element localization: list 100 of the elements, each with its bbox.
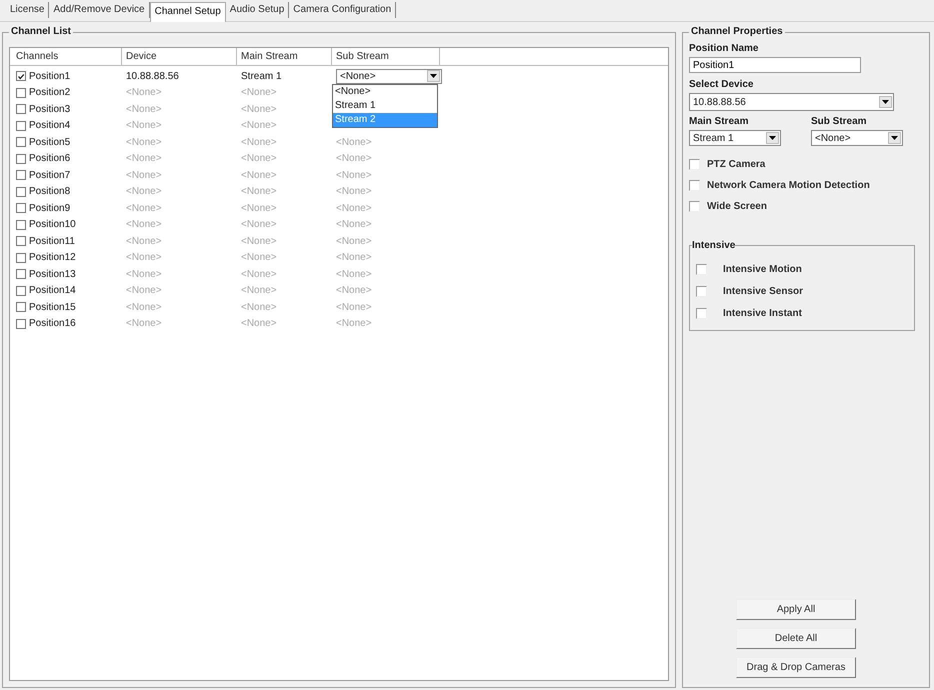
checkbox-label: Intensive Motion <box>723 264 802 274</box>
table-cell-text: <None> <box>125 136 163 148</box>
table-cell: <None> <box>336 318 372 330</box>
button[interactable]: Drag & Drop Cameras <box>736 657 856 678</box>
column-header[interactable]: Sub Stream <box>332 48 440 65</box>
field-label: Position Name <box>689 43 760 54</box>
checkbox[interactable] <box>696 308 707 318</box>
table-cell: <None> <box>336 170 372 181</box>
table-cell: <None> <box>336 136 372 148</box>
column-header[interactable]: Device <box>122 48 237 65</box>
table-cell-text: <None> <box>240 252 278 264</box>
column-header[interactable]: Main Stream <box>237 48 332 65</box>
table-cell: Position14 <box>29 285 76 296</box>
table-cell-text: <None> <box>240 153 278 164</box>
tab[interactable]: Channel Setup <box>150 2 226 22</box>
tab[interactable]: Audio Setup <box>226 2 290 18</box>
table-cell: Position12 <box>29 252 76 264</box>
dropdown[interactable]: 10.88.88.56 <box>689 93 894 111</box>
checkbox-label: Wide Screen <box>707 201 767 212</box>
table-cell: Position16 <box>29 318 76 330</box>
table-cell: <None> <box>336 153 372 164</box>
table-cell-text: <None> <box>125 87 163 98</box>
tab[interactable]: License <box>6 2 50 18</box>
dropdown[interactable]: Stream 1 <box>689 130 781 146</box>
table-cell: Position6 <box>29 153 70 164</box>
table-cell-text: <None> <box>240 104 278 115</box>
table-cell: Position1 <box>29 70 70 82</box>
table-cell-text: <None> <box>240 219 278 230</box>
menu-item[interactable]: Stream 1 <box>333 98 437 113</box>
table-cell-text: <None> <box>125 268 163 280</box>
column-header[interactable]: Channels <box>10 48 122 65</box>
checkbox[interactable] <box>16 120 26 131</box>
caret-icon <box>769 136 776 140</box>
table-cell: <None> <box>336 236 372 247</box>
table-cell: <None> <box>336 186 372 198</box>
checkbox[interactable] <box>16 88 26 98</box>
input-field[interactable]: Position1 <box>689 57 861 73</box>
dropdown[interactable]: <None> <box>336 68 442 84</box>
table-cell-text: <None> <box>240 170 278 181</box>
table-cell-text: Stream 1 <box>240 70 283 82</box>
checkbox[interactable] <box>16 236 26 246</box>
button[interactable]: Delete All <box>736 628 856 649</box>
table-cell-text: <None> <box>125 252 163 264</box>
checkbox[interactable] <box>16 252 26 263</box>
table-cell: Position15 <box>29 302 76 313</box>
checkbox[interactable] <box>689 180 700 191</box>
table-cell: Position2 <box>29 87 70 98</box>
checkbox[interactable] <box>16 286 26 296</box>
table-cell: Position9 <box>29 202 70 214</box>
table-cell: <None> <box>336 219 372 230</box>
button[interactable]: Apply All <box>736 599 856 620</box>
table-cell-text: 10.88.88.56 <box>125 70 180 82</box>
table-cell-text: <None> <box>125 236 163 247</box>
group-title: Channel Properties <box>689 26 785 38</box>
checkbox[interactable] <box>689 201 700 212</box>
checkbox[interactable] <box>16 154 26 164</box>
caret-icon <box>891 136 898 140</box>
checkbox[interactable] <box>696 286 707 296</box>
table-cell: <None> <box>336 285 372 296</box>
checkbox[interactable] <box>16 170 26 180</box>
checkbox[interactable] <box>16 137 26 148</box>
caret-icon <box>882 100 889 104</box>
table-cell: Position3 <box>29 104 70 115</box>
checkbox[interactable] <box>16 71 26 82</box>
table-cell-text: <None> <box>125 318 163 330</box>
table-cell-text: <None> <box>240 285 278 296</box>
menu-item[interactable]: <None> <box>333 84 437 99</box>
table-cell: Position10 <box>29 219 76 230</box>
checkbox-label: Intensive Sensor <box>723 286 804 296</box>
checkbox[interactable] <box>16 186 26 197</box>
table-cell-text: <None> <box>125 285 163 296</box>
checkbox-label: PTZ Camera <box>707 159 766 170</box>
caret-icon <box>430 74 437 78</box>
table-cell-text: <None> <box>125 202 163 214</box>
checkbox-label: Intensive Instant <box>723 308 802 318</box>
table-cell: Position13 <box>29 268 76 280</box>
table-cell-text: <None> <box>125 170 163 181</box>
checkbox[interactable] <box>16 318 26 329</box>
dropdown[interactable]: <None> <box>811 130 903 146</box>
checkbox[interactable] <box>16 269 26 280</box>
table-cell-text: <None> <box>240 318 278 330</box>
table-cell: <None> <box>336 302 372 313</box>
checkbox[interactable] <box>16 302 26 312</box>
field-label: Select Device <box>689 79 754 90</box>
table-cell-text: <None> <box>240 136 278 148</box>
checkbox[interactable] <box>16 220 26 230</box>
checkbox[interactable] <box>689 159 700 170</box>
table-cell-text: <None> <box>240 268 278 280</box>
table-cell: Position7 <box>29 170 70 181</box>
tab[interactable]: Camera Configuration <box>289 2 396 18</box>
table-cell-text: <None> <box>240 186 278 198</box>
checkbox[interactable] <box>16 104 26 114</box>
table-cell-text: <None> <box>125 219 163 230</box>
checkbox[interactable] <box>696 264 707 274</box>
checkbox-label: Network Camera Motion Detection <box>707 180 870 191</box>
table-cell: Position11 <box>29 236 75 247</box>
checkbox[interactable] <box>16 203 26 214</box>
table-cell-text: <None> <box>240 87 278 98</box>
table-cell-text: <None> <box>125 104 163 115</box>
table-cell: <None> <box>336 268 372 280</box>
